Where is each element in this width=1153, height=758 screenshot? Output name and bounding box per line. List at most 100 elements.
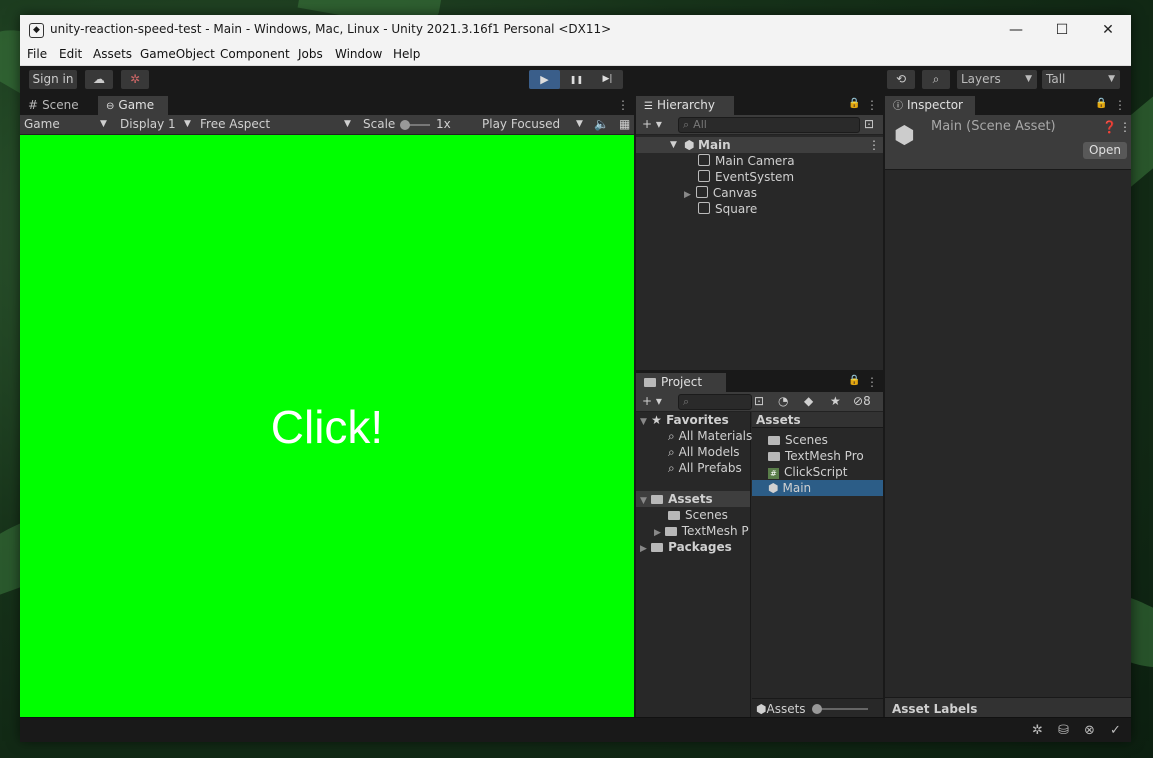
- inspector-asset-title: Main (Scene Asset): [931, 119, 1056, 134]
- search-icon: ⌕: [683, 395, 690, 408]
- menu-help[interactable]: Help: [393, 47, 420, 61]
- tab-scene[interactable]: # Scene: [20, 96, 98, 115]
- project-tabs: Project 🔒 ⋮: [636, 372, 883, 392]
- search-options-icon[interactable]: ⊡: [754, 393, 764, 409]
- favorites-section[interactable]: ▼ ★ Favorites: [640, 412, 729, 428]
- footer-path: ⬢Assets: [756, 701, 806, 717]
- menu-gameobject[interactable]: GameObject: [140, 47, 215, 61]
- content-item-selected[interactable]: ⬢ Main: [752, 480, 883, 496]
- favorite-item[interactable]: ⌕ All Materials: [668, 428, 752, 444]
- asset-folder-item[interactable]: ▶ TextMesh P: [654, 523, 750, 539]
- layers-dropdown[interactable]: Layers ▼: [957, 70, 1037, 89]
- tab-hierarchy[interactable]: ☰ Hierarchy: [636, 96, 734, 115]
- icon-size-slider-handle[interactable]: [812, 704, 822, 714]
- content-header: Assets: [752, 412, 883, 428]
- scale-slider-handle[interactable]: [400, 120, 410, 130]
- inspector-header: ⬢ Main (Scene Asset) ❓ ⋮ Open: [885, 115, 1131, 170]
- maximize-button[interactable]: ☐: [1039, 15, 1085, 45]
- expand-arrow-icon: ▼: [640, 417, 647, 427]
- scale-slider[interactable]: [400, 120, 430, 130]
- filter-by-type-icon[interactable]: ◔: [778, 393, 788, 409]
- icon-size-slider[interactable]: [812, 704, 868, 714]
- asset-folder-item[interactable]: Scenes: [668, 507, 728, 523]
- history-icon[interactable]: ⟲: [887, 70, 915, 89]
- layout-dropdown[interactable]: Tall ▼: [1042, 70, 1120, 89]
- display-dropdown[interactable]: Display 1 ▼: [120, 116, 194, 132]
- content-item[interactable]: TextMesh Pro: [768, 448, 864, 464]
- cache-server-icon[interactable]: ⛁: [1058, 723, 1069, 738]
- lock-icon[interactable]: 🔒: [848, 98, 860, 109]
- menu-assets[interactable]: Assets: [93, 47, 132, 61]
- chevron-down-icon: ▼: [100, 119, 107, 129]
- minimize-button[interactable]: —: [993, 15, 1039, 45]
- more-options-icon[interactable]: ⋮: [866, 98, 878, 112]
- favorite-star-icon[interactable]: ★: [830, 393, 841, 409]
- hierarchy-item[interactable]: EventSystem: [698, 169, 794, 185]
- aspect-label: Free Aspect: [200, 117, 271, 131]
- filter-by-label-icon[interactable]: ◆: [804, 393, 813, 409]
- gameobject-icon: [698, 202, 710, 214]
- more-options-icon[interactable]: ⋮: [868, 137, 880, 153]
- add-icon[interactable]: + ▾: [642, 393, 662, 409]
- favorite-item[interactable]: ⌕ All Prefabs: [668, 460, 742, 476]
- debug-icon[interactable]: ✲: [1032, 723, 1043, 738]
- collab-icon[interactable]: ✲: [121, 70, 149, 89]
- more-options-icon[interactable]: ⋮: [1119, 119, 1131, 135]
- search-icon[interactable]: ⌕: [922, 70, 950, 89]
- expand-arrow-icon[interactable]: ▶: [684, 190, 691, 200]
- search-options-icon[interactable]: ⊡: [864, 116, 874, 132]
- game-view[interactable]: Click!: [20, 135, 634, 718]
- hierarchy-search-input[interactable]: ⌕ All: [678, 117, 860, 133]
- open-button[interactable]: Open: [1083, 142, 1127, 159]
- menu-jobs[interactable]: Jobs: [298, 47, 323, 61]
- search-icon: ⌕: [683, 118, 690, 131]
- hierarchy-scene-row[interactable]: ▼ ⬢ Main ⋮: [636, 137, 883, 153]
- menu-edit[interactable]: Edit: [59, 47, 82, 61]
- cloud-icon[interactable]: ☁: [85, 70, 113, 89]
- tab-game[interactable]: ⊖ Game: [98, 96, 168, 115]
- game-view-dropdown[interactable]: Game ▼: [24, 116, 110, 132]
- hidden-packages-icon[interactable]: ⊘8: [853, 393, 871, 409]
- play-focused-dropdown[interactable]: Play Focused ▼: [482, 116, 586, 132]
- step-button[interactable]: ▶|: [592, 70, 623, 89]
- aspect-dropdown[interactable]: Free Aspect ▼: [200, 116, 356, 132]
- content-item[interactable]: Scenes: [768, 432, 828, 448]
- expand-arrow-icon: ▶: [640, 544, 647, 554]
- project-search-input[interactable]: ⌕: [678, 394, 752, 410]
- tab-inspector[interactable]: ⓘ Inspector: [885, 96, 975, 115]
- close-button[interactable]: ✕: [1085, 15, 1131, 45]
- status-ok-icon[interactable]: ✓: [1110, 723, 1121, 738]
- hierarchy-tabs: ☰ Hierarchy 🔒 ⋮: [636, 95, 883, 115]
- lock-icon[interactable]: 🔒: [848, 375, 860, 386]
- hierarchy-toolbar: + ▾ ⌕ All ⊡: [636, 115, 883, 135]
- menu-window[interactable]: Window: [335, 47, 382, 61]
- audio-icon[interactable]: 🔈: [594, 116, 609, 132]
- sign-in-button[interactable]: Sign in: [29, 70, 77, 89]
- packages-label: Packages: [668, 540, 732, 554]
- packages-folder[interactable]: ▶ Packages: [640, 539, 732, 555]
- play-button[interactable]: ▶: [529, 70, 560, 89]
- content-item[interactable]: # ClickScript: [768, 464, 847, 480]
- lock-icon[interactable]: 🔒: [1095, 98, 1107, 109]
- more-options-icon[interactable]: ⋮: [1114, 98, 1126, 112]
- tab-project[interactable]: Project: [636, 373, 726, 392]
- scale-value: 1x: [436, 117, 451, 131]
- info-icon: ⓘ: [893, 101, 903, 112]
- hierarchy-item[interactable]: Square: [698, 201, 757, 217]
- favorite-item[interactable]: ⌕ All Models: [668, 444, 740, 460]
- stats-icon[interactable]: ▦: [619, 116, 630, 132]
- menu-file[interactable]: File: [27, 47, 47, 61]
- game-panel-tabs: # Scene ⊖ Game ⋮: [20, 95, 634, 115]
- window-title: unity-reaction-speed-test - Main - Windo…: [50, 22, 612, 36]
- add-icon[interactable]: + ▾: [642, 116, 662, 132]
- more-options-icon[interactable]: ⋮: [866, 375, 878, 389]
- content-item-label: ClickScript: [784, 465, 848, 479]
- help-icon[interactable]: ❓: [1102, 119, 1117, 135]
- hierarchy-item[interactable]: Main Camera: [698, 153, 795, 169]
- assets-root-folder[interactable]: ▼ Assets: [636, 491, 750, 507]
- pause-button[interactable]: ❚❚: [561, 70, 592, 89]
- more-options-icon[interactable]: ⋮: [617, 98, 629, 112]
- menu-component[interactable]: Component: [220, 47, 290, 61]
- auto-generate-lighting-icon[interactable]: ⊗: [1084, 723, 1095, 738]
- hierarchy-item[interactable]: ▶ Canvas: [684, 185, 757, 201]
